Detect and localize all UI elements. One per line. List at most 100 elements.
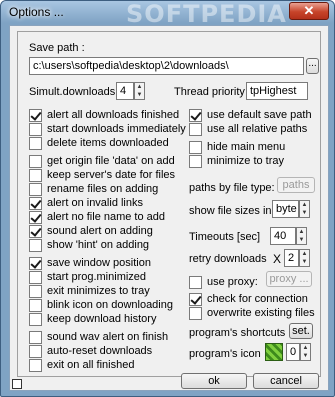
option-sound-wav-finish[interactable]: sound wav alert on finish (29, 330, 168, 344)
simult-downloads-input[interactable]: 4 (116, 82, 134, 100)
option-blink-icon[interactable]: blink icon on downloading (29, 298, 173, 312)
size-grip-icon[interactable] (12, 379, 22, 389)
cancel-button[interactable]: cancel (253, 373, 319, 389)
timeouts-spinner[interactable]: ▲ ▼ (296, 227, 307, 245)
checkbox[interactable] (29, 136, 42, 150)
option-delete-downloaded[interactable]: delete items downloaded (29, 136, 169, 150)
option-check-connection[interactable]: check for connection (189, 292, 308, 306)
checkbox[interactable] (189, 140, 202, 154)
timeouts-input[interactable]: 40 (270, 227, 296, 245)
option-sound-alert-adding[interactable]: sound alert on adding (29, 224, 153, 238)
option-default-save-path[interactable]: use default save path (189, 108, 312, 122)
option-keep-history[interactable]: keep download history (29, 312, 156, 326)
checkbox[interactable] (29, 224, 42, 238)
option-label: auto-reset downloads (47, 345, 153, 357)
checkbox[interactable] (189, 275, 202, 289)
spin-up-icon[interactable]: ▲ (297, 228, 306, 236)
ok-button[interactable]: ok (181, 373, 247, 389)
checkbox[interactable] (29, 284, 42, 298)
option-rename-on-adding[interactable]: rename files on adding (29, 182, 158, 196)
file-sizes-select[interactable]: byte (272, 200, 299, 218)
option-use-proxy[interactable]: use proxy: (189, 275, 258, 289)
spin-down-icon[interactable]: ▼ (135, 91, 144, 99)
checkbox[interactable] (189, 292, 202, 306)
option-label: blink icon on downloading (47, 299, 173, 311)
option-exit-on-finished[interactable]: exit on all finished (29, 358, 134, 372)
option-label: sound alert on adding (47, 225, 153, 237)
shortcuts-label: program's shortcuts (189, 327, 286, 339)
checkbox[interactable] (29, 358, 42, 372)
option-alert-no-file-name[interactable]: alert no file name to add (29, 210, 165, 224)
proxy-button[interactable]: proxy ... (266, 271, 312, 287)
thread-priority-value: tpHighest (250, 85, 297, 97)
checkbox[interactable] (29, 256, 42, 270)
paths-button[interactable]: paths (277, 177, 315, 193)
title-bar[interactable]: SOFTPEDIA Options ... ✕ (1, 1, 334, 28)
checkbox[interactable] (29, 196, 42, 210)
spin-up-icon[interactable]: ▲ (301, 344, 310, 352)
file-sizes-spinner[interactable]: ▲ ▼ (299, 200, 310, 218)
option-show-hint[interactable]: show 'hint' on adding (29, 238, 149, 252)
option-minimize-to-tray[interactable]: minimize to tray (189, 154, 284, 168)
checkbox[interactable] (29, 210, 42, 224)
option-overwrite-files[interactable]: overwrite existing files (189, 306, 315, 320)
option-relative-paths[interactable]: use all relative paths (189, 122, 307, 136)
retry-input[interactable]: 2 (284, 249, 299, 267)
option-start-immediately[interactable]: start downloads immediately (29, 122, 186, 136)
set-shortcuts-button[interactable]: set. (289, 323, 313, 339)
checkbox[interactable] (189, 306, 202, 320)
save-path-input[interactable]: c:\users\softpedia\desktop\2\downloads\ (29, 57, 304, 75)
save-path-label: Save path : (29, 42, 85, 54)
spin-up-icon[interactable]: ▲ (300, 201, 309, 209)
option-label: start prog.minimized (47, 271, 147, 283)
option-label: hide main menu (207, 141, 286, 153)
retry-spinner[interactable]: ▲ ▼ (299, 249, 310, 267)
option-start-minimized[interactable]: start prog.minimized (29, 270, 146, 284)
checkbox[interactable] (189, 154, 202, 168)
thread-priority-label: Thread priority (174, 86, 245, 98)
option-save-window-position[interactable]: save window position (29, 256, 151, 270)
checkbox[interactable] (29, 238, 42, 252)
checkbox[interactable] (29, 298, 42, 312)
checkbox[interactable] (29, 168, 42, 182)
program-icon-spinner[interactable]: ▲ ▼ (300, 343, 311, 361)
option-auto-reset[interactable]: auto-reset downloads (29, 344, 152, 358)
spin-down-icon[interactable]: ▼ (297, 236, 306, 244)
program-icon-label: program's icon (189, 348, 261, 360)
option-keep-server-date[interactable]: keep server's date for files (29, 168, 175, 182)
program-icon-input[interactable]: 0 (286, 343, 300, 361)
spin-down-icon[interactable]: ▼ (301, 352, 310, 360)
checkbox[interactable] (189, 122, 202, 136)
checkbox[interactable] (189, 108, 202, 122)
checkbox[interactable] (29, 122, 42, 136)
spin-up-icon[interactable]: ▲ (135, 83, 144, 91)
option-label: alert all downloads finished (47, 109, 180, 121)
option-get-origin-data[interactable]: get origin file 'data' on add (29, 154, 175, 168)
option-hide-main-menu[interactable]: hide main menu (189, 140, 285, 154)
thread-priority-select[interactable]: tpHighest (246, 82, 308, 100)
option-label: delete items downloaded (47, 137, 169, 149)
close-button[interactable]: ✕ (289, 2, 329, 20)
option-label: get origin file 'data' on add (47, 155, 175, 167)
checkbox[interactable] (29, 108, 42, 122)
option-label: start downloads immediately (47, 123, 186, 135)
checkbox[interactable] (29, 182, 42, 196)
option-exit-minimizes[interactable]: exit minimizes to tray (29, 284, 150, 298)
option-label: exit on all finished (47, 359, 135, 371)
option-label: use all relative paths (207, 123, 308, 135)
spin-up-icon[interactable]: ▲ (300, 250, 309, 258)
checkbox[interactable] (29, 154, 42, 168)
checkbox[interactable] (29, 312, 42, 326)
browse-button[interactable]: ... (306, 58, 319, 74)
option-alert-invalid-links[interactable]: alert on invalid links (29, 196, 143, 210)
checkbox[interactable] (29, 330, 42, 344)
option-label: keep download history (47, 313, 157, 325)
checkbox[interactable] (29, 270, 42, 284)
spin-down-icon[interactable]: ▼ (300, 209, 309, 217)
option-alert-all-finished[interactable]: alert all downloads finished (29, 108, 179, 122)
simult-downloads-spinner[interactable]: ▲ ▼ (134, 82, 145, 100)
option-label: save window position (47, 257, 151, 269)
spin-down-icon[interactable]: ▼ (300, 258, 309, 266)
window-title: Options ... (9, 5, 64, 19)
checkbox[interactable] (29, 344, 42, 358)
